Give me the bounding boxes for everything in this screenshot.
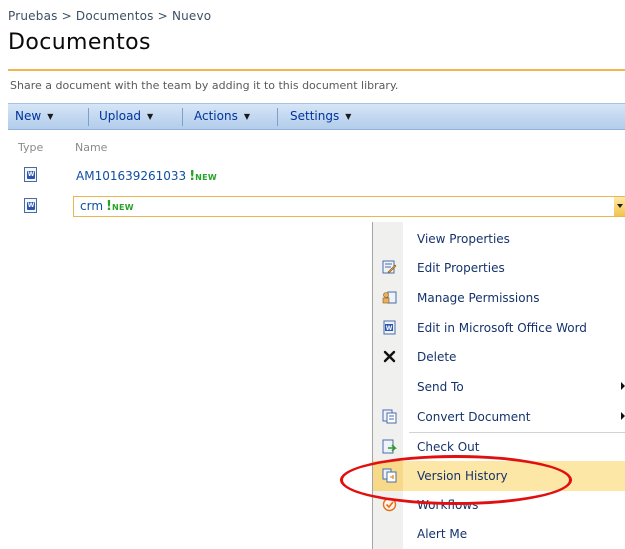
menu-item-delete[interactable]: Delete <box>373 342 625 372</box>
document-link[interactable]: AM101639261033 <box>76 169 186 183</box>
new-menu-button[interactable]: New ▼ <box>15 109 53 123</box>
dropdown-arrow-icon: ▼ <box>147 112 154 121</box>
menu-item-label: Send To <box>417 380 464 394</box>
dropdown-arrow-icon: ▼ <box>243 112 250 121</box>
library-toolbar: New ▼ Upload ▼ Actions ▼ Settings ▼ <box>8 103 625 130</box>
menu-item-label: Check Out <box>417 440 480 454</box>
breadcrumb-current: Nuevo <box>171 9 212 23</box>
breadcrumb-link-pruebas[interactable]: Pruebas <box>8 9 58 23</box>
menu-item-edit-in-word[interactable]: W Edit in Microsoft Office Word <box>373 313 625 343</box>
convert-document-icon <box>382 409 397 424</box>
menu-item-alert-me[interactable]: Alert Me <box>373 519 625 549</box>
settings-menu-button[interactable]: Settings ▼ <box>290 109 351 123</box>
breadcrumb-separator: > <box>157 9 168 23</box>
menu-item-manage-permissions[interactable]: Manage Permissions <box>373 283 625 313</box>
menu-item-send-to[interactable]: Send To <box>373 372 625 402</box>
column-header-name[interactable]: Name <box>75 141 107 154</box>
permissions-icon <box>382 290 397 305</box>
selected-row-frame <box>73 196 625 217</box>
item-menu-dropdown[interactable] <box>614 197 625 216</box>
menu-item-label: Convert Document <box>417 410 531 424</box>
title-divider <box>8 69 625 71</box>
breadcrumb-link-documentos[interactable]: Documentos <box>76 9 154 23</box>
new-badge: NEW <box>195 173 218 182</box>
toolbar-separator <box>277 108 278 126</box>
annotation-circle <box>340 455 572 505</box>
submenu-arrow-icon <box>621 382 625 390</box>
upload-label: Upload <box>99 109 142 123</box>
document-row: crm !NEW <box>80 199 134 214</box>
page-description: Share a document with the team by adding… <box>10 79 399 92</box>
menu-item-label: View Properties <box>417 232 510 246</box>
submenu-arrow-icon <box>621 412 625 420</box>
delete-x-icon <box>382 349 397 364</box>
actions-label: Actions <box>194 109 238 123</box>
menu-item-convert-document[interactable]: Convert Document <box>373 402 625 432</box>
word-document-icon: W <box>24 198 38 214</box>
word-document-icon: W <box>24 167 38 183</box>
toolbar-separator <box>88 108 89 126</box>
menu-item-label: Alert Me <box>417 527 468 541</box>
menu-item-label: Manage Permissions <box>417 291 540 305</box>
svg-text:W: W <box>386 325 393 332</box>
upload-menu-button[interactable]: Upload ▼ <box>99 109 153 123</box>
edit-properties-icon <box>382 260 397 275</box>
breadcrumb-separator: > <box>61 9 72 23</box>
new-label: New <box>15 109 42 123</box>
toolbar-separator <box>182 108 183 126</box>
settings-label: Settings <box>290 109 340 123</box>
actions-menu-button[interactable]: Actions ▼ <box>194 109 250 123</box>
document-row: AM101639261033 !NEW <box>76 169 217 184</box>
dropdown-arrow-icon: ▼ <box>47 112 54 121</box>
breadcrumb: Pruebas > Documentos > Nuevo <box>8 9 211 23</box>
dropdown-arrow-icon <box>617 204 623 208</box>
column-header-type[interactable]: Type <box>18 141 43 154</box>
word-icon: W <box>382 320 397 335</box>
menu-item-label: Edit Properties <box>417 261 505 275</box>
menu-item-label: Delete <box>417 350 457 364</box>
new-badge: NEW <box>111 203 134 212</box>
menu-item-edit-properties[interactable]: Edit Properties <box>373 253 625 283</box>
menu-item-label: Edit in Microsoft Office Word <box>417 321 587 335</box>
page-title: Documentos <box>8 30 151 55</box>
dropdown-arrow-icon: ▼ <box>345 112 352 121</box>
check-out-icon <box>382 439 397 454</box>
menu-item-view-properties[interactable]: View Properties <box>373 224 625 254</box>
document-link[interactable]: crm <box>80 199 103 213</box>
